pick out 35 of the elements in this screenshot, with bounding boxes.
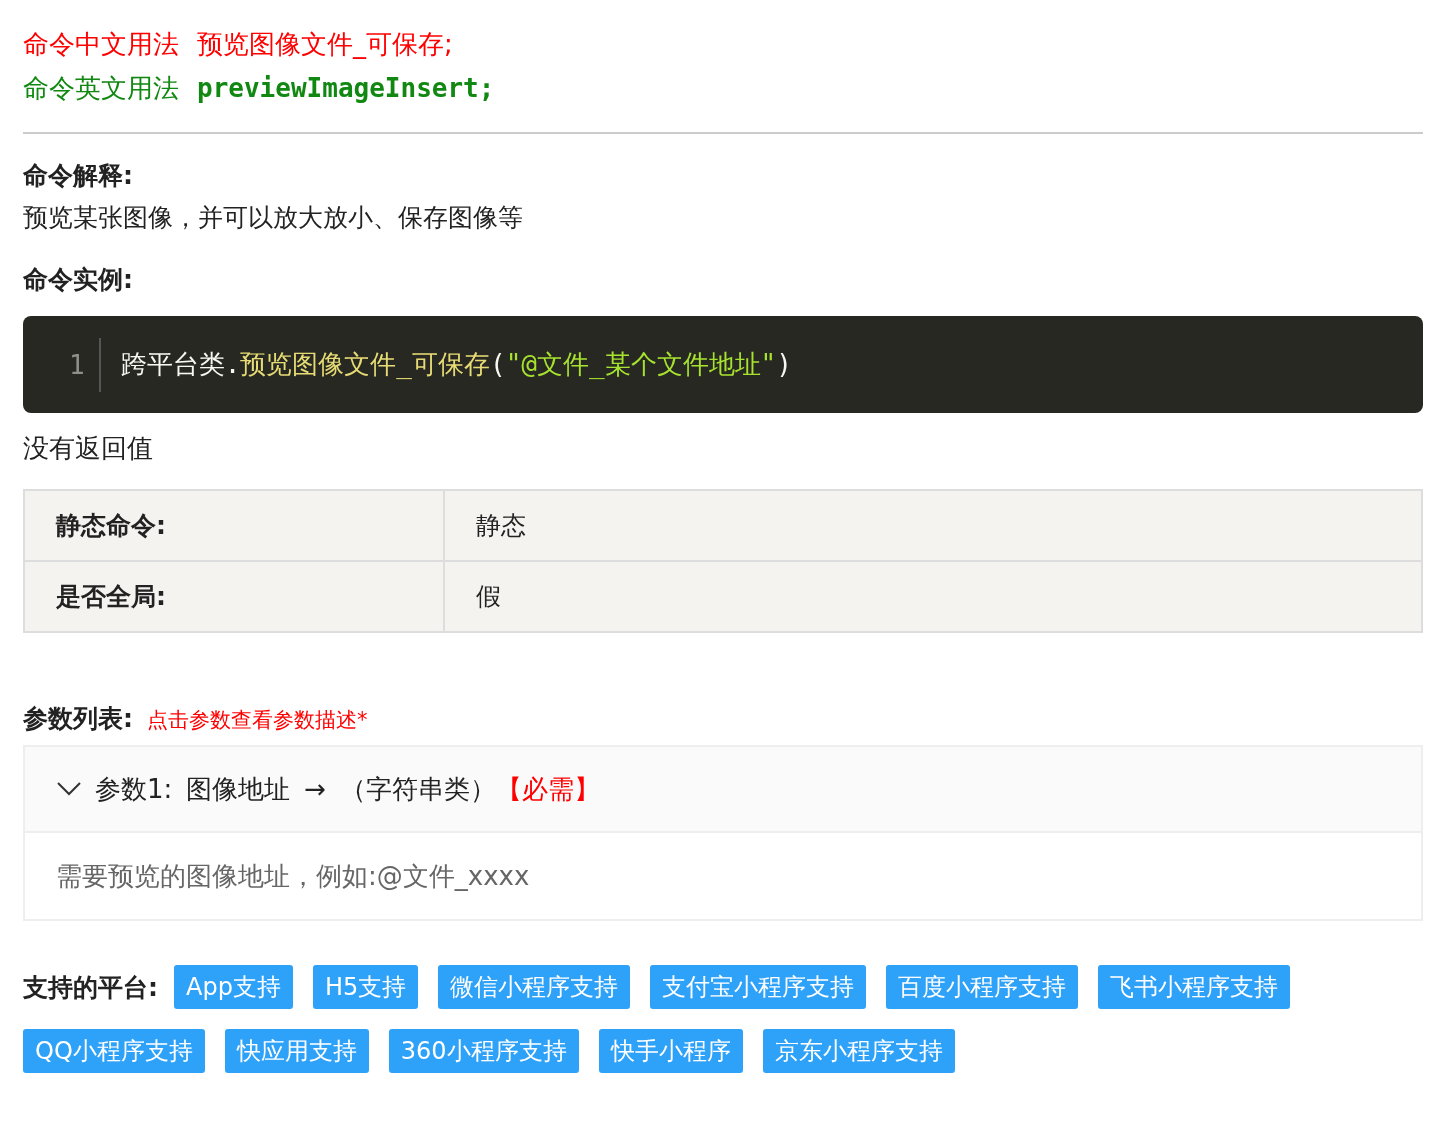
platform-tag: 快应用支持 xyxy=(224,1029,369,1073)
platform-tag: QQ小程序支持 xyxy=(23,1029,205,1073)
parameter-name: 图像地址 xyxy=(186,772,291,806)
parameter-header[interactable]: 参数1: 图像地址 → （字符串类）【必需】 xyxy=(25,747,1421,833)
usage-value: previewImageInsert; xyxy=(197,72,495,105)
section-heading: 参数列表: xyxy=(23,703,133,735)
table-cell: 静态 xyxy=(443,491,1421,560)
usage-label: 命令英文用法 xyxy=(23,72,179,105)
line-number: 1 xyxy=(69,337,101,392)
section-heading: 命令实例: xyxy=(23,264,134,296)
table-cell-text: 是否全局: xyxy=(55,581,167,613)
usage-label: 命令中文用法 xyxy=(23,28,179,61)
platforms-label: 支持的平台: xyxy=(23,971,158,1004)
return-text: 没有返回值 xyxy=(23,432,154,465)
platform-tag: 微信小程序支持 xyxy=(438,965,631,1009)
platform-tag: 飞书小程序支持 xyxy=(1098,965,1291,1009)
platform-tag: 快手小程序 xyxy=(598,1029,743,1073)
parameter-description: 需要预览的图像地址，例如:@文件_xxxx xyxy=(55,859,531,893)
platform-tag: 支付宝小程序支持 xyxy=(650,965,867,1009)
platform-tag: 360小程序支持 xyxy=(388,1029,579,1073)
section-heading: 命令解释: xyxy=(23,160,134,192)
platform-tag: H5支持 xyxy=(312,965,419,1009)
table-cell: 假 xyxy=(443,562,1421,631)
table-cell-text: 静态命令: xyxy=(54,510,167,542)
description-text: 预览某张图像，并可以放大放小、保存图像等 xyxy=(23,202,524,234)
arrow-text: → xyxy=(304,774,327,804)
hint-text: 点击参数查看参数描述* xyxy=(147,707,368,734)
platform-tag: 百度小程序支持 xyxy=(886,965,1079,1009)
usage-value: 预览图像文件_可保存; xyxy=(197,28,453,61)
platform-tag: 京东小程序支持 xyxy=(762,1029,955,1073)
parameter-type: （字符串类）【必需】 xyxy=(340,772,601,806)
platform-tag: App支持 xyxy=(174,965,293,1009)
chevron-icon xyxy=(57,782,81,796)
parameter-label: 参数1: xyxy=(95,772,173,806)
code-line: 跨平台类.预览图像文件_可保存("@文件_某个文件地址") xyxy=(119,348,792,381)
